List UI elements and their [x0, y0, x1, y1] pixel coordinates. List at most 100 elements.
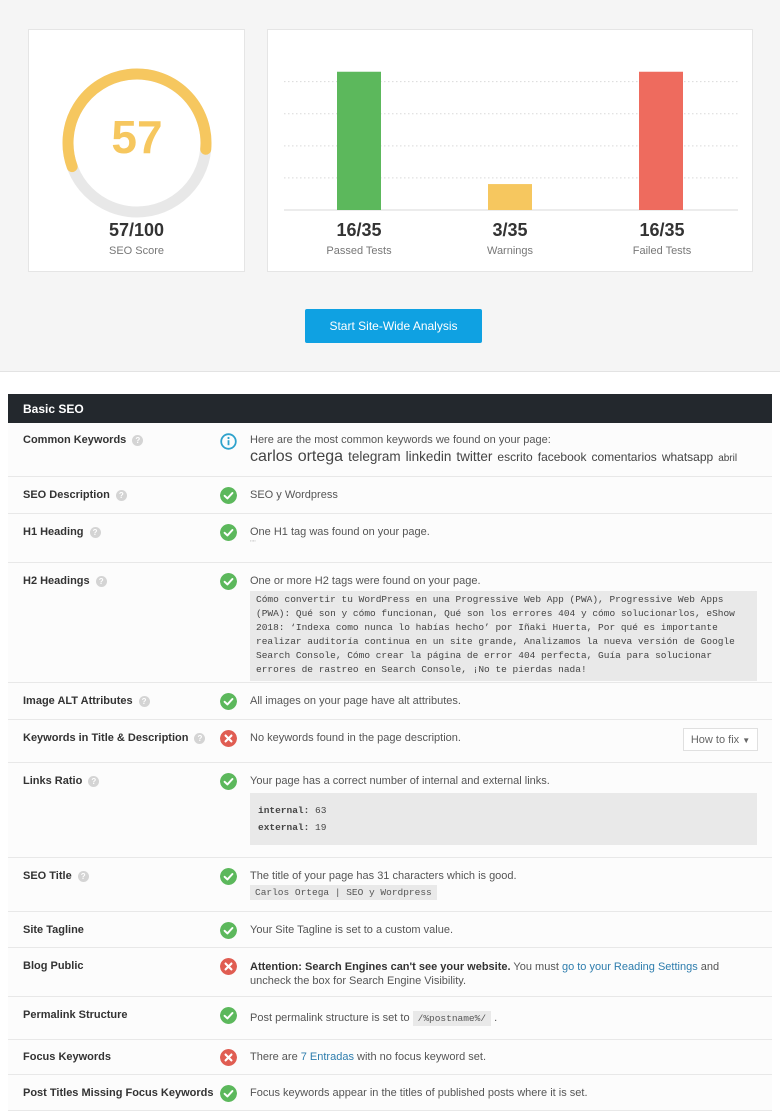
title-text: The title of your page has 31 characters…: [250, 870, 517, 882]
row-body: SEO y Wordpress: [250, 489, 338, 501]
stat-warnings-label: Warnings: [486, 245, 534, 257]
start-site-wide-analysis-button[interactable]: Start Site-Wide Analysis: [305, 309, 482, 343]
row-seo-description: SEO Description? SEO y Wordpress: [8, 477, 772, 514]
stat-failed-value: 16/35: [639, 220, 685, 240]
keyword-cloud: carlos ortega telegram linkedin twitter escri…: [250, 448, 757, 466]
keyword-linkedin: linkedin: [405, 449, 452, 464]
row-label-text: H1 Heading: [23, 526, 84, 538]
keyword-telegram: telegram: [348, 449, 401, 464]
score-label: SEO Score: [108, 245, 165, 257]
stat-passed-value: 16/35: [336, 220, 382, 240]
help-icon[interactable]: ?: [95, 575, 107, 587]
help-icon[interactable]: ?: [88, 775, 100, 787]
row-label: Permalink Structure: [23, 1009, 128, 1021]
row-label-text: Image ALT Attributes: [23, 695, 133, 707]
row-label: Site Tagline: [23, 924, 84, 936]
keyword-facebook: facebook: [537, 450, 587, 464]
internal-value: 63: [315, 805, 327, 816]
focus-text-post: with no focus keyword set.: [353, 1051, 487, 1063]
tests-bar-chart: [284, 71, 738, 211]
external-label: external:: [258, 822, 310, 833]
check-icon: [220, 524, 237, 541]
seo-score-card: 57 57/100 SEO Score: [28, 29, 245, 272]
entradas-link[interactable]: 7 Entradas: [301, 1051, 354, 1063]
links-text: Your page has a correct number of intern…: [250, 775, 550, 787]
row-label: H1 Heading?: [23, 526, 101, 538]
row-h1-heading: H1 Heading? One H1 tag was found on your…: [8, 514, 772, 563]
stat-passed: 16/35 Passed Tests: [284, 220, 434, 257]
row-body: There are 7 Entradas with no focus keywo…: [250, 1051, 757, 1063]
check-icon: [220, 922, 237, 939]
row-label: Common Keywords?: [23, 434, 144, 446]
row-label-text: SEO Title: [23, 870, 72, 882]
row-label-text: SEO Description: [23, 489, 110, 501]
help-icon[interactable]: ?: [89, 526, 101, 538]
row-body: Post permalink structure is set to /%pos…: [250, 1011, 757, 1026]
internal-label: internal:: [258, 805, 310, 816]
info-icon: [220, 433, 237, 450]
error-icon: [220, 958, 237, 975]
h1-value: "": [250, 539, 256, 548]
focus-text: There are: [250, 1051, 301, 1063]
row-seo-title: SEO Title? The title of your page has 31…: [8, 858, 772, 912]
check-icon: [220, 868, 237, 885]
reading-settings-link[interactable]: go to your Reading Settings: [562, 961, 698, 973]
internal-links: internal: 63: [258, 802, 749, 819]
permalink-period: .: [494, 1012, 498, 1024]
row-label-text: Keywords in Title & Description: [23, 732, 189, 744]
tests-summary-card: 16/35 Passed Tests 3/35 Warnings 16/35 F…: [267, 29, 753, 272]
row-focus-keywords: Focus Keywords There are 7 Entradas with…: [8, 1040, 772, 1075]
stat-warnings: 3/35 Warnings: [435, 220, 585, 257]
bar-passed-tests: [337, 71, 381, 210]
row-body: Here are the most common keywords we fou…: [250, 434, 757, 466]
check-icon: [220, 773, 237, 790]
row-label-text: H2 Headings: [23, 575, 90, 587]
row-label-text: Common Keywords: [23, 434, 127, 446]
check-icon: [220, 693, 237, 710]
check-icon: [220, 487, 237, 504]
external-value: 19: [315, 822, 327, 833]
row-site-tagline: Site Tagline Your Site Tagline is set to…: [8, 912, 772, 948]
blog-public-text: You must: [510, 961, 562, 973]
score-fraction: 57/100: [108, 220, 165, 240]
row-label: Blog Public: [23, 960, 84, 972]
row-body: One or more H2 tags were found on your p…: [250, 575, 757, 681]
how-to-fix-button[interactable]: How to fix ▼: [683, 728, 758, 751]
stat-passed-label: Passed Tests: [326, 245, 392, 257]
h2-list: Cómo convertir tu WordPress en una Progr…: [250, 591, 757, 681]
h1-text: One H1 tag was found on your page.: [250, 526, 430, 538]
keyword-carlos: carlos: [250, 448, 293, 465]
row-label: Links Ratio?: [23, 775, 100, 787]
keywords-intro: Here are the most common keywords we fou…: [250, 434, 551, 446]
row-body: Your page has a correct number of intern…: [250, 775, 757, 845]
keyword-comentarios: comentarios: [591, 450, 657, 464]
row-image-alt: Image ALT Attributes? All images on your…: [8, 683, 772, 720]
help-icon[interactable]: ?: [115, 489, 127, 501]
external-links: external: 19: [258, 819, 749, 836]
row-label-text: Links Ratio: [23, 775, 83, 787]
keyword-twitter: twitter: [456, 449, 493, 464]
row-body: The title of your page has 31 characters…: [250, 870, 757, 900]
help-icon[interactable]: ?: [132, 434, 144, 446]
panel-title: Basic SEO: [8, 394, 772, 423]
summary-area: 57 57/100 SEO Score 16/35 Passed Tests 3…: [0, 0, 780, 372]
row-blog-public: Blog Public Attention: Search Engines ca…: [8, 948, 772, 997]
row-post-titles-focus: Post Titles Missing Focus Keywords Focus…: [8, 1075, 772, 1111]
check-icon: [220, 1085, 237, 1102]
row-body: One H1 tag was found on your page. "": [250, 526, 757, 548]
row-label: Keywords in Title & Description?: [23, 732, 206, 744]
help-icon[interactable]: ?: [77, 870, 89, 882]
row-body: Attention: Search Engines can't see your…: [250, 960, 757, 988]
help-icon[interactable]: ?: [138, 695, 150, 707]
seo-title-value: Carlos Ortega | SEO y Wordpress: [250, 885, 437, 900]
how-to-fix-label: How to fix: [690, 733, 740, 746]
row-label: Focus Keywords: [23, 1051, 112, 1063]
error-icon: [220, 1049, 237, 1066]
basic-seo-panel: Basic SEO Common Keywords? Here are the …: [8, 394, 772, 1111]
row-common-keywords: Common Keywords? Here are the most commo…: [8, 423, 772, 477]
help-icon[interactable]: ?: [194, 732, 206, 744]
keyword-ortega: ortega: [297, 448, 344, 465]
row-links-ratio: Links Ratio? Your page has a correct num…: [8, 763, 772, 858]
keyword-whatsapp: whatsapp: [661, 450, 714, 464]
h2-text: One or more H2 tags were found on your p…: [250, 575, 481, 587]
